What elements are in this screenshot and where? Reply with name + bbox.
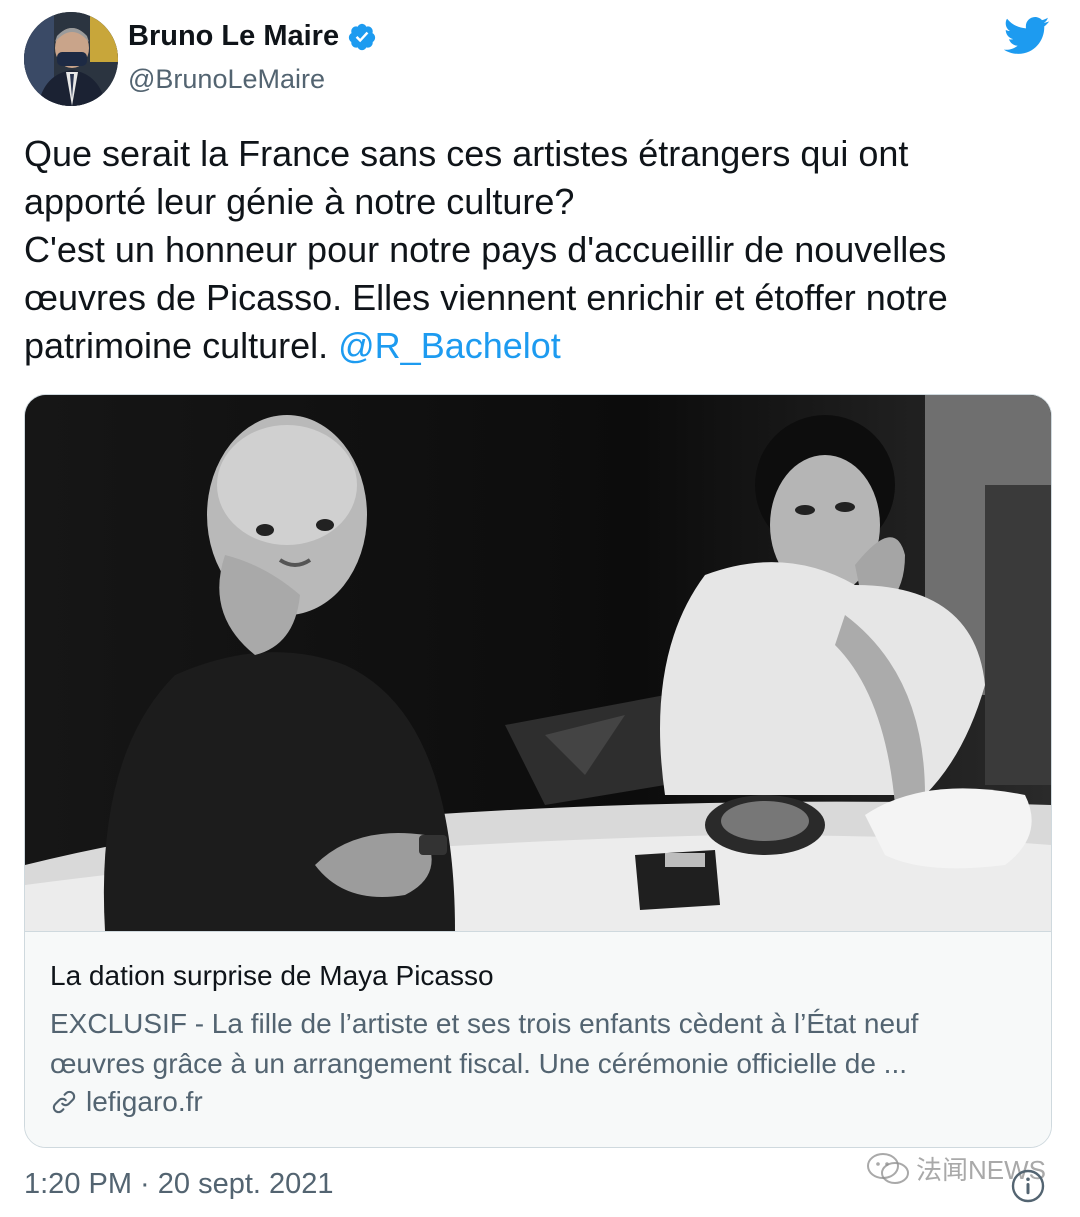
timestamp[interactable]: 1:20 PM · 20 sept. 2021 — [24, 1168, 334, 1201]
avatar-photo — [24, 12, 118, 106]
verified-badge-icon — [348, 23, 376, 50]
link-card[interactable]: La dation surprise de Maya Picasso EXCLU… — [24, 394, 1052, 1148]
card-description-line: EXCLUSIF - La fille de l’artiste et ses … — [50, 1008, 919, 1039]
tweet-text-line: apporté leur génie à notre culture? — [24, 181, 575, 222]
twitter-bird-icon[interactable] — [1004, 16, 1050, 56]
display-name[interactable]: Bruno Le Maire — [128, 20, 339, 53]
tweet-text: Que serait la France sans ces artistes é… — [24, 130, 1044, 370]
avatar[interactable] — [24, 12, 118, 106]
tweet: Bruno Le Maire @BrunoLeMaire Que serait … — [0, 0, 1080, 1217]
card-description: EXCLUSIF - La fille de l’artiste et ses … — [50, 1004, 1010, 1084]
tweet-text-line-last: patrimoine culturel. @R_Bachelot — [24, 322, 1044, 370]
card-domain[interactable]: lefigaro.fr — [50, 1086, 203, 1118]
link-icon — [52, 1090, 76, 1114]
tweet-text-fragment: patrimoine culturel. — [24, 325, 339, 366]
card-meta[interactable]: La dation surprise de Maya Picasso EXCLU… — [25, 931, 1051, 1147]
card-image[interactable] — [25, 395, 1051, 931]
card-domain-text[interactable]: lefigaro.fr — [86, 1086, 203, 1118]
tweet-text-line: œuvres de Picasso. Elles viennent enrich… — [24, 277, 948, 318]
wechat-icon — [867, 1152, 909, 1184]
card-title[interactable]: La dation surprise de Maya Picasso — [50, 960, 494, 992]
card-description-line: œuvres grâce à un arrangement fiscal. Un… — [50, 1048, 908, 1079]
mention-link[interactable]: @R_Bachelot — [338, 325, 561, 366]
info-icon[interactable] — [1010, 1168, 1046, 1204]
user-handle[interactable]: @BrunoLeMaire — [128, 64, 325, 95]
tweet-text-line: C'est un honneur pour notre pays d'accue… — [24, 229, 947, 270]
name-row[interactable]: Bruno Le Maire — [128, 20, 377, 53]
tweet-text-line: Que serait la France sans ces artistes é… — [24, 133, 909, 174]
